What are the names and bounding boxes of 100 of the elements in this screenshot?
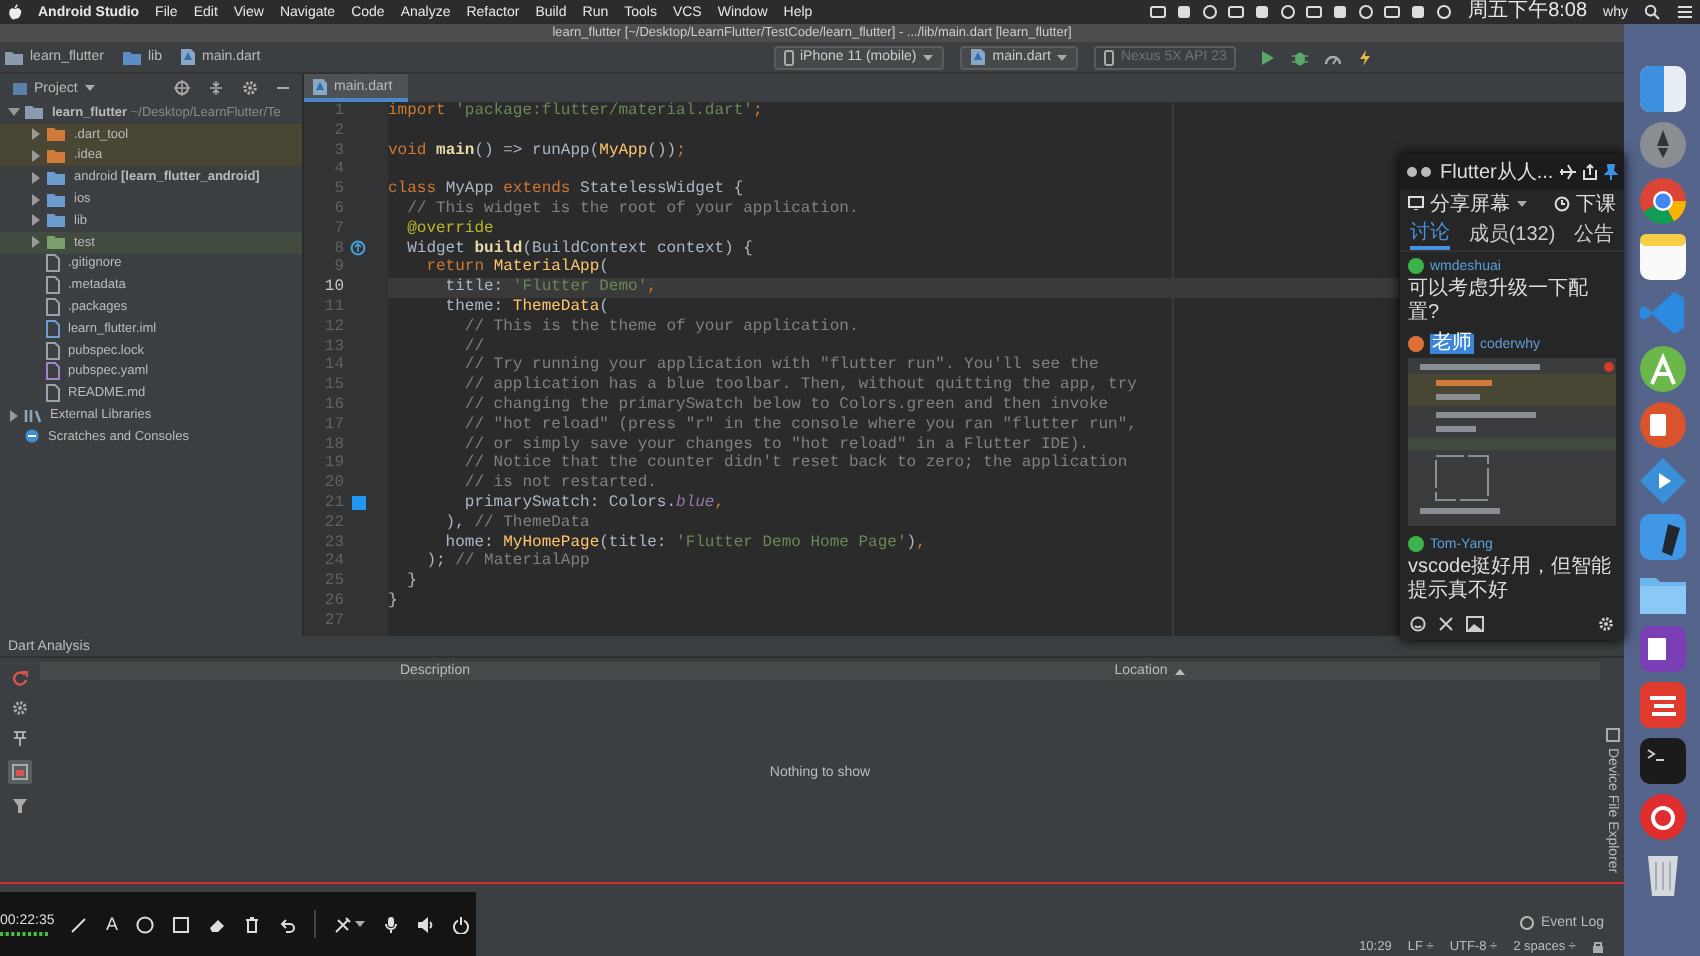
- collapse-all-icon[interactable]: [208, 80, 224, 96]
- menu-bar-icon[interactable]: [1384, 4, 1401, 20]
- menu-bar-icon[interactable]: [1228, 4, 1245, 20]
- eraser-icon[interactable]: [208, 915, 227, 933]
- share-screen-button[interactable]: 分享屏幕: [1408, 189, 1528, 218]
- app-icon[interactable]: [1637, 400, 1687, 450]
- trash-icon[interactable]: [244, 915, 261, 933]
- circle-tool-icon[interactable]: [136, 915, 155, 933]
- microphone-icon[interactable]: [384, 915, 399, 933]
- code-line: primarySwatch: Colors.blue,: [462, 493, 725, 512]
- clock-icon: [1554, 195, 1570, 212]
- code-line: // or simply save your changes to "hot reload" in a Flutter IDE).: [462, 435, 1089, 454]
- pin-icon[interactable]: [12, 730, 28, 746]
- line-number: 10: [322, 278, 344, 298]
- gear-icon[interactable]: [1598, 616, 1614, 633]
- emoji-icon[interactable]: [1410, 616, 1426, 633]
- bug-icon[interactable]: [1292, 49, 1309, 65]
- app-icon[interactable]: [1637, 680, 1687, 730]
- code-line: theme: ThemeData(: [443, 297, 609, 316]
- code-line: }: [388, 591, 398, 610]
- rocket-icon[interactable]: [1637, 120, 1687, 170]
- message-text: 可以考虑升级一下配置?: [1408, 278, 1590, 327]
- locate-icon[interactable]: [174, 80, 190, 96]
- terminal-icon[interactable]: [1637, 736, 1687, 786]
- disclosure-triangle-icon[interactable]: [30, 214, 42, 227]
- menu-bar-icon[interactable]: [1202, 4, 1219, 20]
- menu-bar-icon[interactable]: [1254, 4, 1271, 20]
- undo-icon[interactable]: [278, 915, 297, 933]
- toggle-icon[interactable]: [12, 764, 28, 780]
- app-icon[interactable]: [1637, 624, 1687, 674]
- sort-arrow-icon: [1173, 667, 1186, 675]
- code-line: @override: [405, 219, 494, 238]
- disclosure-triangle-icon[interactable]: [30, 193, 42, 206]
- code-line: import 'package:flutter/material.dart';: [388, 102, 763, 120]
- app-icon[interactable]: [1637, 64, 1687, 114]
- app-icon[interactable]: [1637, 792, 1687, 842]
- gear-icon[interactable]: [12, 700, 28, 716]
- search-icon[interactable]: [1644, 4, 1660, 20]
- lock-icon[interactable]: [1592, 940, 1604, 954]
- lightning-icon[interactable]: [1358, 49, 1373, 65]
- disclosure-triangle-icon[interactable]: [30, 128, 42, 141]
- caret-icon: [1056, 53, 1069, 61]
- menu-bar-icon[interactable]: [1150, 4, 1167, 20]
- scissors-icon[interactable]: [1438, 616, 1454, 633]
- chat-title: Flutter从人...: [1440, 159, 1554, 186]
- menu-bar-icon[interactable]: [1332, 4, 1349, 20]
- code-line: return MaterialApp(: [424, 258, 609, 277]
- app-icon[interactable]: [1637, 456, 1687, 506]
- app-icon[interactable]: [1637, 176, 1687, 226]
- library-icon: [24, 407, 42, 424]
- disclosure-triangle-icon[interactable]: [8, 409, 20, 422]
- window-buttons-icon[interactable]: [1406, 165, 1434, 178]
- code-line: class MyApp extends StatelessWidget {: [388, 180, 744, 199]
- airplane-icon[interactable]: [1560, 163, 1576, 180]
- end-class-button[interactable]: 下课: [1554, 189, 1616, 218]
- share-icon[interactable]: [1582, 163, 1598, 180]
- code-line: // This widget is the root of your application.: [405, 199, 859, 218]
- speaker-icon[interactable]: [416, 915, 435, 933]
- notes-icon[interactable]: [1637, 232, 1687, 282]
- power-icon[interactable]: [452, 915, 471, 933]
- clock[interactable]: 周五下午8:08: [1468, 0, 1588, 24]
- code-line: title: 'Flutter Demo',: [443, 278, 657, 297]
- code-line: //: [462, 337, 485, 356]
- disclosure-triangle-icon[interactable]: [8, 106, 20, 119]
- menu-bar-icon[interactable]: [1358, 4, 1375, 20]
- disclosure-triangle-icon[interactable]: [30, 236, 42, 249]
- code-line: void main() => runApp(MyApp());: [388, 141, 686, 160]
- chat-tab[interactable]: 讨论: [1409, 218, 1450, 251]
- device-icon[interactable]: [1605, 728, 1619, 743]
- app-icon[interactable]: [1637, 512, 1687, 562]
- code-line: // Notice that the counter didn't reset back to zero; the application: [462, 454, 1128, 473]
- recording-indicator: [0, 931, 50, 935]
- rectangle-tool-icon[interactable]: [172, 915, 191, 933]
- menu-bar-icon[interactable]: [1410, 4, 1427, 20]
- menu-bar-icon[interactable]: [1306, 4, 1323, 20]
- pen-icon[interactable]: [70, 915, 88, 933]
- filter-icon[interactable]: [12, 798, 28, 814]
- menu-bar-icon[interactable]: [1280, 4, 1297, 20]
- disclosure-triangle-icon[interactable]: [30, 171, 42, 184]
- chat-tab[interactable]: 公告: [1574, 218, 1615, 251]
- code-line: ), // ThemeData: [443, 513, 590, 532]
- disclosure-triangle-icon[interactable]: [30, 149, 42, 162]
- menu-bar-icon[interactable]: [1436, 4, 1453, 20]
- caret-icon: [1516, 199, 1528, 208]
- code-line: // changing the primarySwatch below to Colors.green and then invoke: [462, 395, 1109, 414]
- tools-dropdown[interactable]: [334, 915, 367, 933]
- text-tool[interactable]: A: [106, 914, 119, 934]
- run-icon[interactable]: [1260, 49, 1277, 65]
- apple-icon[interactable]: [8, 4, 22, 20]
- code-line: }: [405, 572, 417, 591]
- list-icon[interactable]: [1676, 4, 1694, 20]
- pin-icon[interactable]: [1604, 163, 1618, 180]
- folder-icon: [4, 49, 24, 65]
- image-icon[interactable]: [1466, 616, 1484, 633]
- caret-icon: [354, 920, 367, 928]
- chat-tab[interactable]: 成员(132): [1468, 218, 1556, 251]
- gear-icon[interactable]: [242, 80, 258, 96]
- menu-bar-icon[interactable]: [1176, 4, 1193, 20]
- app-icon[interactable]: [1637, 344, 1687, 394]
- refresh-icon[interactable]: [12, 670, 28, 686]
